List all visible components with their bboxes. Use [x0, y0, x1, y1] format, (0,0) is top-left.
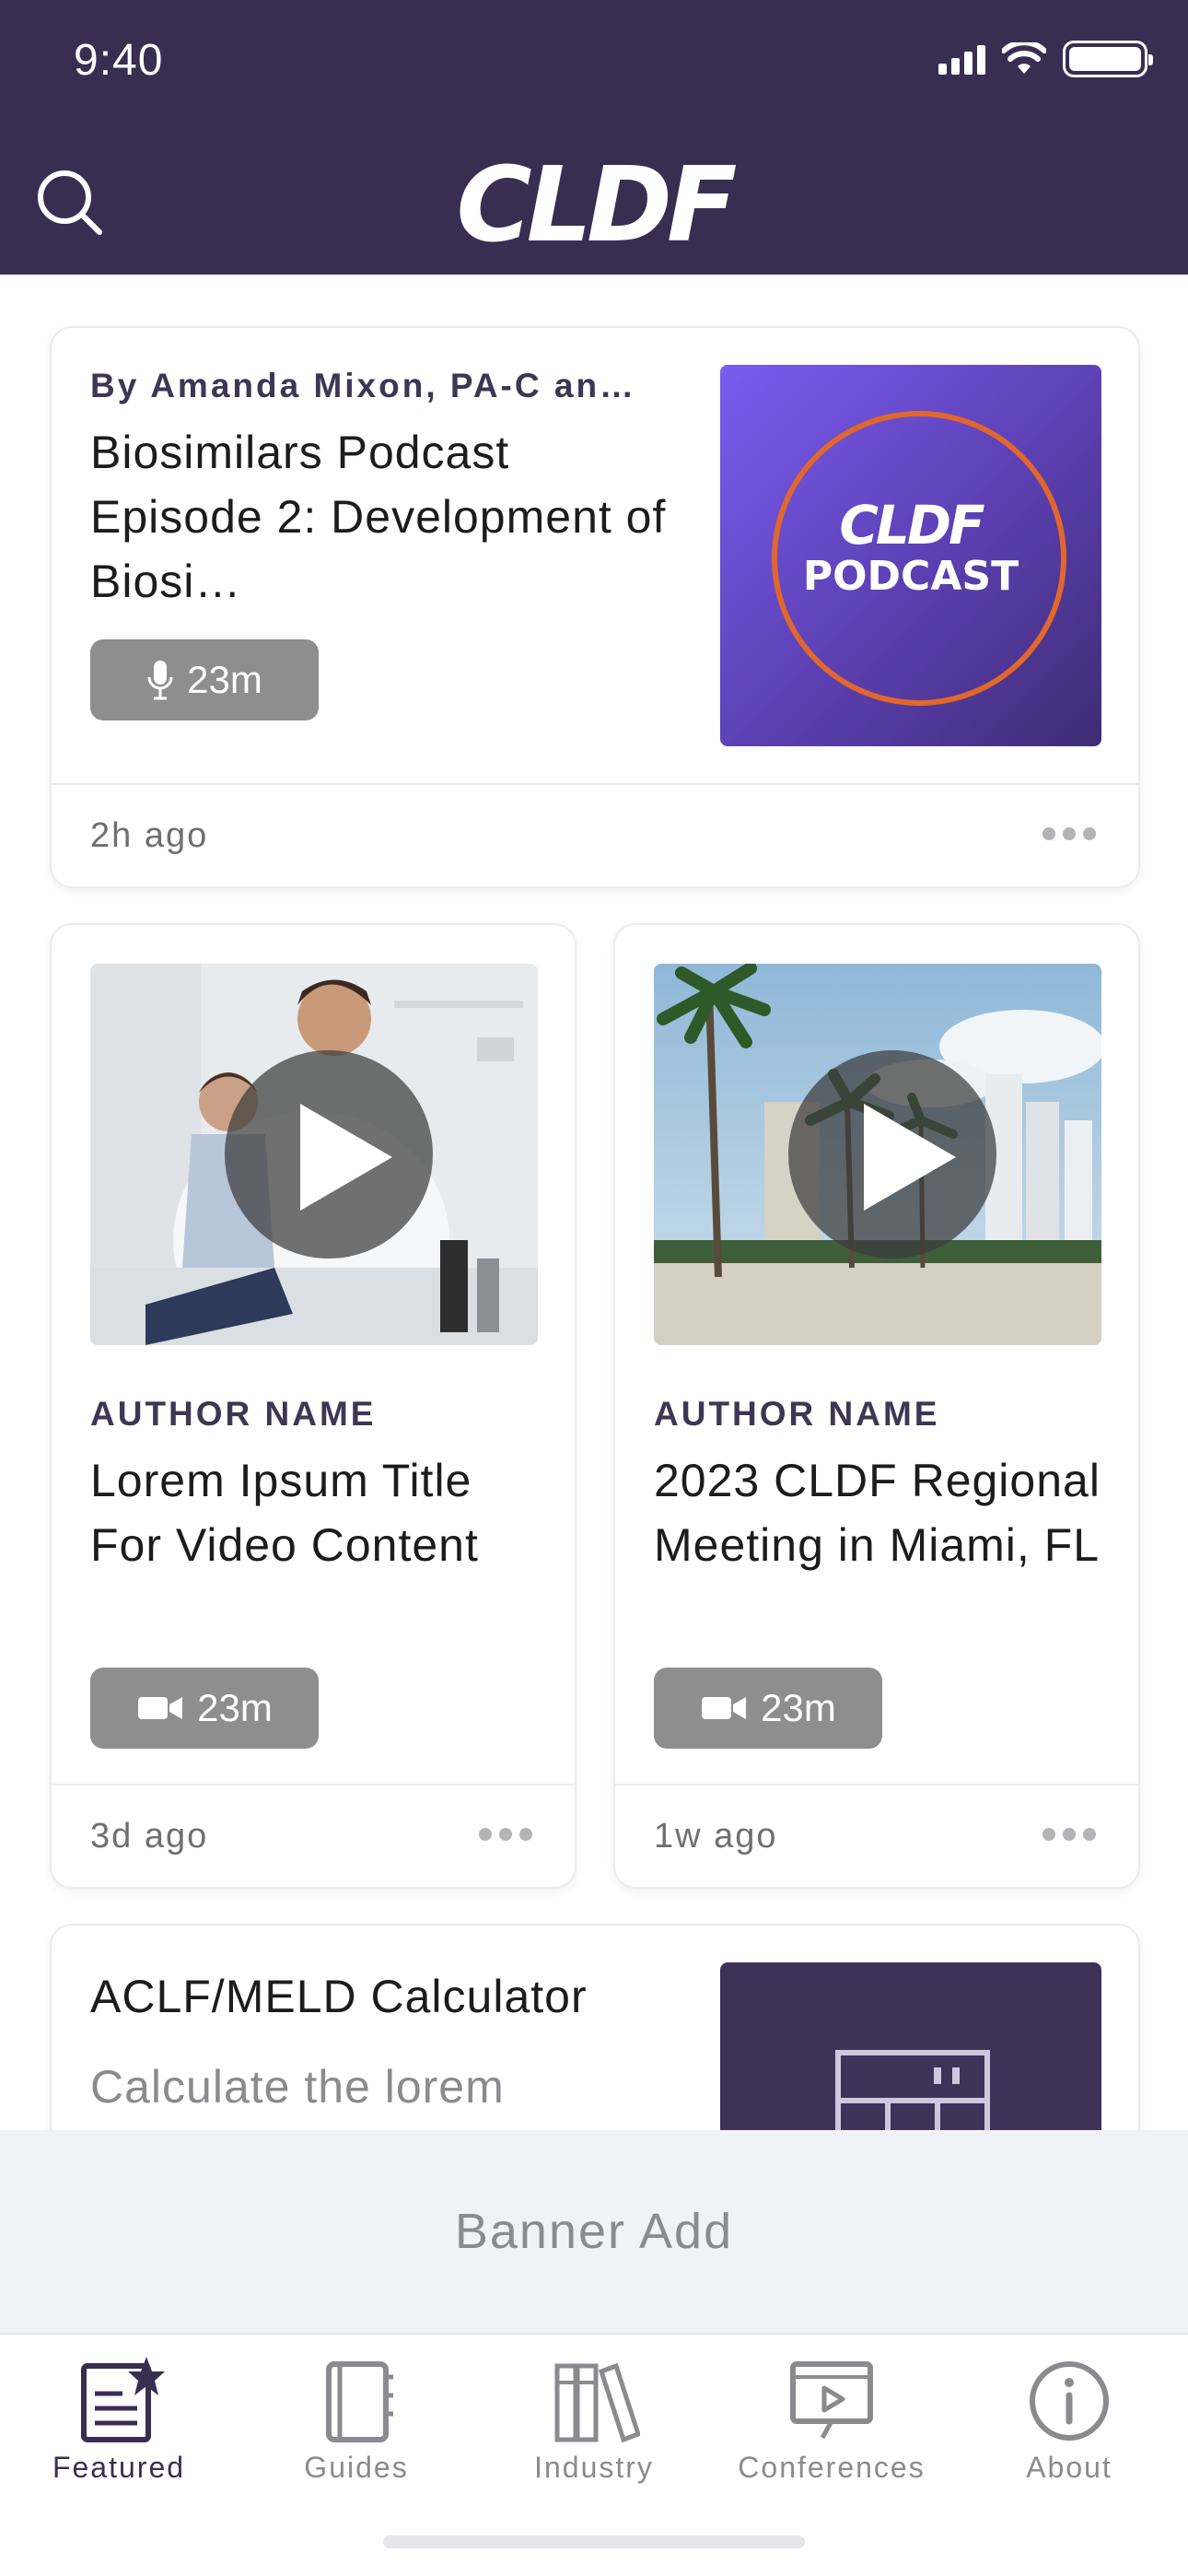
time-ago: 2h ago: [90, 816, 209, 855]
video-title: Lorem Ipsum Title For Video Content: [90, 1455, 479, 1571]
video-author: AUTHOR NAME: [654, 1395, 940, 1433]
video-camera-icon: [138, 1697, 183, 1719]
tab-label: Guides: [304, 2451, 409, 2484]
cldf-logo: CLDF: [456, 146, 737, 265]
more-options-icon[interactable]: [1042, 1828, 1096, 1841]
play-icon[interactable]: [225, 1050, 433, 1259]
duration-text: 23m: [197, 1686, 273, 1729]
card-footer: 2h ago: [52, 783, 1138, 886]
podcast-author: By Amanda Mixon, PA-C an…: [90, 367, 637, 404]
duration-badge: 23m: [90, 1668, 319, 1749]
cellular-signal-icon: [938, 43, 985, 75]
card-footer: 1w ago: [615, 1784, 1138, 1887]
search-icon: [38, 170, 102, 235]
presentation-icon: [790, 2361, 873, 2440]
more-options-icon[interactable]: [479, 1828, 532, 1841]
microphone-icon: [147, 661, 173, 700]
wifi-icon: [1002, 42, 1046, 74]
tab-about[interactable]: About: [950, 2355, 1188, 2502]
podcast-title: Biosimilars Podcast Episode 2: Developme…: [90, 427, 667, 607]
tab-industry[interactable]: Industry: [475, 2355, 713, 2502]
more-options-icon[interactable]: [1042, 827, 1096, 840]
app-header: 9:40 CLDF: [0, 0, 1188, 275]
video-title: 2023 CLDF Regional Meeting in Miami, FL: [654, 1455, 1101, 1571]
video-thumbnail: [90, 964, 538, 1345]
tab-guides[interactable]: Guides: [238, 2355, 475, 2502]
video-card[interactable]: AUTHOR NAME 2023 CLDF Regional Meeting i…: [613, 923, 1140, 1889]
video-card[interactable]: AUTHOR NAME Lorem Ipsum Title For Video …: [50, 923, 577, 1889]
video-thumbnail: [654, 964, 1101, 1345]
time-ago: 1w ago: [654, 1817, 778, 1856]
calculator-title: ACLF/MELD Calculator: [90, 1971, 588, 2022]
battery-icon: [1063, 41, 1153, 77]
library-icon: [554, 2362, 640, 2443]
banner-ad[interactable]: Banner Add: [0, 2130, 1188, 2333]
duration-text: 23m: [761, 1686, 836, 1729]
calculator-description: Calculate the lorem: [90, 2061, 505, 2113]
video-author: AUTHOR NAME: [90, 1395, 377, 1433]
time-ago: 3d ago: [90, 1817, 209, 1856]
card-footer: 3d ago: [52, 1784, 575, 1887]
video-camera-icon: [702, 1697, 747, 1719]
tab-label: Conferences: [738, 2451, 926, 2484]
tab-label: Industry: [534, 2451, 654, 2484]
home-indicator[interactable]: [383, 2535, 805, 2548]
podcast-label-text: PODCAST: [802, 553, 1019, 600]
book-icon: [326, 2361, 393, 2442]
tab-featured[interactable]: Featured: [0, 2355, 238, 2502]
featured-icon: [81, 2357, 165, 2442]
status-icons: [938, 39, 1153, 79]
status-time: 9:40: [74, 36, 164, 85]
tab-label: About: [1026, 2451, 1112, 2484]
duration-badge: 23m: [90, 639, 319, 720]
duration-badge: 23m: [654, 1668, 882, 1749]
podcast-thumbnail: CLDF PODCAST: [720, 365, 1101, 746]
play-icon[interactable]: [788, 1050, 996, 1259]
duration-text: 23m: [187, 658, 262, 701]
tab-conferences[interactable]: Conferences: [713, 2355, 950, 2502]
info-icon: [1030, 2361, 1109, 2441]
tab-label: Featured: [52, 2451, 186, 2484]
podcast-logo-text: CLDF: [839, 494, 984, 556]
search-button[interactable]: [33, 166, 107, 240]
